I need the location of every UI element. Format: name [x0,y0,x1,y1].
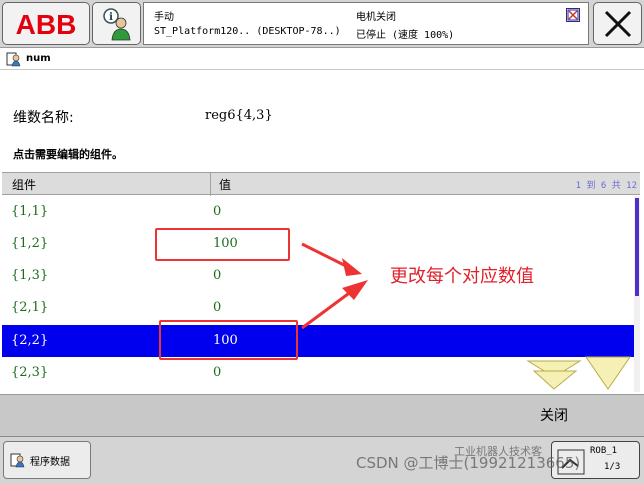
system-name: ST_Platform120.. (DESKTOP-78..) [154,26,341,37]
row-component: {1,3} [11,268,49,283]
dimension-value: reg6{4,3} [205,108,273,123]
annotation-arrows-icon [301,242,368,330]
window-title: num [26,53,51,64]
abb-logo-icon: ABB [16,9,77,39]
edit-hint: 点击需要编辑的组件。 [13,148,123,161]
column-header-value: 值 [219,178,232,192]
row-value: 0 [213,204,222,219]
robot-unit-label: ROB_1 [590,446,618,456]
row-component: {1,1} [11,204,49,219]
svg-text:ABB: ABB [16,9,77,39]
operator-window-button[interactable]: i [92,2,141,45]
top-bar: ABB i 手动 ST_Platform120.. (DESKTOP-78..)… [0,0,644,48]
operation-mode: 手动 [154,12,174,23]
robot-unit-fraction: 1/3 [604,462,621,472]
action-bar: 关闭 [0,394,644,436]
annotation-text: 更改每个对应数值 [390,266,534,287]
close-icon [604,10,631,37]
scroll-down-icon[interactable] [526,355,636,393]
row-component: {2,2} [11,333,49,348]
person-info-icon: i [102,7,130,40]
close-window-button[interactable] [593,2,642,45]
dimension-label: 维数名称: [13,110,74,126]
highlight-box [155,228,290,261]
program-data-icon [10,453,25,468]
scrollbar-thumb[interactable] [635,198,639,296]
program-state: 已停止 (速度 100%) [356,30,455,41]
row-value: 0 [213,365,222,380]
motor-state: 电机关闭 [356,12,396,23]
task-button-label: 程序数据 [30,456,70,468]
table-row[interactable]: {1,1} 0 [2,196,634,228]
row-component: {2,3} [11,365,49,380]
column-header-component: 组件 [12,178,37,192]
column-divider[interactable] [210,173,211,196]
event-flag-icon[interactable] [566,8,580,22]
page-indicator: 1 到 6 共 12 [575,181,637,191]
abb-menu-button[interactable]: ABB [2,2,90,45]
highlight-box [159,320,298,360]
row-component: {1,2} [11,236,49,251]
close-button[interactable]: 关闭 [540,405,568,425]
row-value: 0 [213,268,222,283]
program-data-icon [6,52,21,66]
window-header: num [0,48,644,70]
watermark: CSDN @工博士(19921213665) [356,454,581,472]
row-component: {2,1} [11,300,49,315]
svg-text:i: i [109,12,113,23]
table-header: 组件 值 1 到 6 共 12 [2,172,640,196]
program-data-task-button[interactable]: 程序数据 [3,441,91,479]
row-value: 0 [213,300,222,315]
status-panel[interactable]: 手动 ST_Platform120.. (DESKTOP-78..) 电机关闭 … [143,2,589,45]
